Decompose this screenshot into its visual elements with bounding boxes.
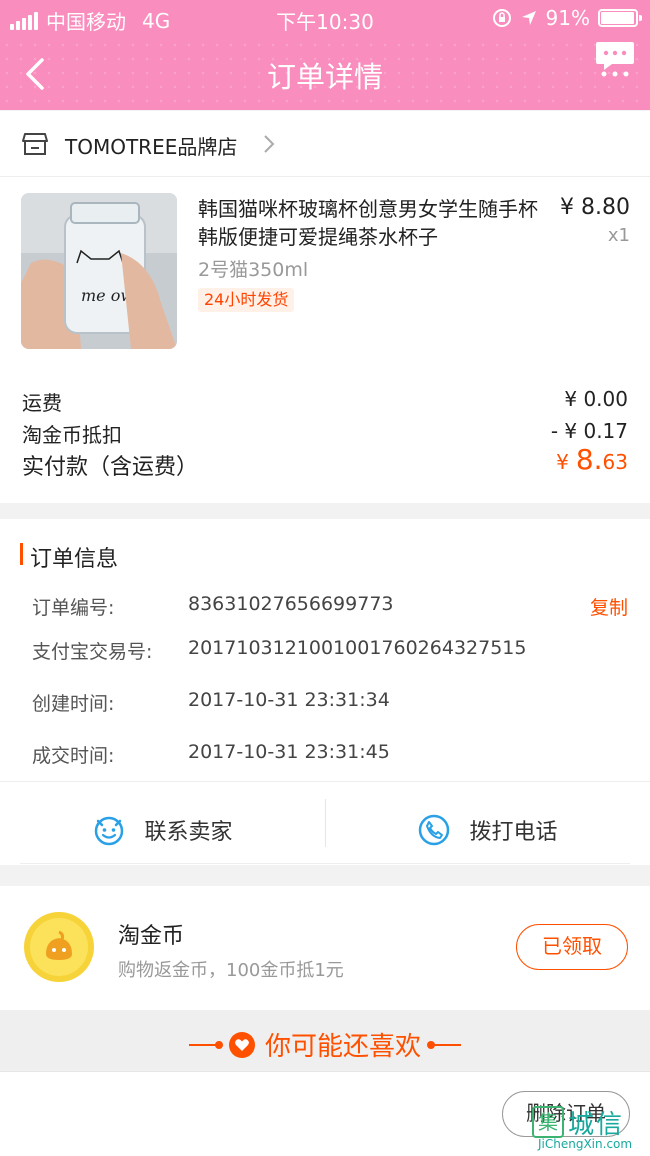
watermark-url: JiChengXin.com	[538, 1137, 633, 1151]
smile-chat-icon	[95, 816, 124, 846]
page-title: 订单详情	[266, 60, 383, 94]
alipay-trade-label: 支付宝交易号:	[32, 641, 153, 663]
order-info-card: 订单信息 订单编号: 83631027656699773 复制 支付宝交易号: …	[0, 519, 650, 865]
shipping-value: ¥ 0.00	[564, 387, 628, 411]
gold-coin-icon	[24, 912, 94, 982]
recommend-title: 你可能还喜欢	[264, 1032, 421, 1062]
store-icon	[22, 133, 48, 155]
contact-seller-button[interactable]: 联系卖家	[0, 800, 325, 860]
divider	[0, 781, 650, 782]
order-number-value: 83631027656699773	[188, 593, 394, 615]
watermark-main: 城信	[568, 1110, 625, 1140]
product-title[interactable]: 韩国猫咪杯玻璃杯创意男女学生随手杯韩版便捷可爱提绳茶水杯子	[198, 195, 548, 251]
total-label: 实付款（含运费）	[22, 455, 199, 480]
product-quantity: x1	[607, 225, 630, 246]
copy-button[interactable]: 复制	[590, 593, 628, 620]
location-icon	[521, 11, 536, 25]
contact-seller-label: 联系卖家	[144, 820, 233, 845]
rotation-lock-icon	[492, 9, 511, 27]
section-title: 订单信息	[30, 547, 119, 572]
status-bar: 中国移动 4G 下午10:30 91%	[0, 0, 650, 38]
total-integer: 8.	[575, 443, 603, 476]
battery-icon	[598, 9, 642, 27]
bottom-action-bar: 删除订单 集 城信 JiChengXin.com	[0, 1071, 650, 1156]
call-phone-label: 拨打电话	[469, 820, 558, 845]
recommend-section: 你可能还喜欢	[0, 1010, 650, 1070]
deal-time-value: 2017-10-31 23:31:45	[188, 741, 390, 763]
shop-row[interactable]: TOMOTREE品牌店	[0, 111, 650, 177]
battery-percent: 91%	[545, 6, 590, 30]
product-image[interactable]: me ow	[21, 193, 177, 349]
message-more-icon[interactable]	[594, 38, 636, 78]
total-value: ¥ 8.63	[556, 443, 628, 481]
shop-name[interactable]: TOMOTREE品牌店	[65, 131, 237, 160]
deal-time-label: 成交时间:	[32, 745, 115, 767]
coin-claimed-button[interactable]: 已领取	[516, 924, 628, 970]
alipay-trade-row: 支付宝交易号: 2017103121001001760264327515	[32, 637, 628, 665]
created-time-label: 创建时间:	[32, 693, 115, 715]
total-currency: ¥	[556, 450, 569, 474]
section-accent-bar	[20, 543, 23, 565]
total-row: 实付款（含运费） ¥ 8.63	[22, 443, 628, 481]
phone-icon	[419, 814, 450, 846]
alipay-trade-value: 2017103121001001760264327515	[188, 637, 527, 659]
heart-icon	[228, 1031, 255, 1058]
coin-deduction-row: 淘金币抵扣 - ¥ 0.17	[22, 419, 628, 448]
right-decor-line	[427, 1040, 461, 1049]
watermark-box: 集	[532, 1106, 564, 1138]
shipping-badge: 24小时发货	[198, 288, 295, 312]
taojinbi-card: 淘金币 购物返金币，100金币抵1元 已领取	[0, 886, 650, 1010]
created-time-row: 创建时间: 2017-10-31 23:31:34	[32, 689, 628, 717]
order-number-row: 订单编号: 83631027656699773 复制	[32, 593, 628, 621]
created-time-value: 2017-10-31 23:31:34	[188, 689, 390, 711]
deal-time-row: 成交时间: 2017-10-31 23:31:45	[32, 741, 628, 769]
nav-bar: 订单详情	[0, 38, 650, 110]
shipping-fee-row: 运费 ¥ 0.00	[22, 387, 628, 416]
order-number-label: 订单编号:	[32, 597, 115, 619]
left-decor-line	[188, 1040, 223, 1049]
coin-subtitle: 购物返金币，100金币抵1元	[118, 960, 344, 981]
product-card: me ow 韩国猫咪杯玻璃杯创意男女学生随手杯韩版便捷可爱提绳茶水杯子 ¥ 8.…	[0, 177, 650, 503]
coin-deduction-label: 淘金币抵扣	[22, 423, 122, 447]
product-spec: 2号猫350ml	[198, 259, 309, 281]
coin-title: 淘金币	[118, 924, 185, 949]
watermark-logo: 集 城信 JiChengXin.com	[528, 1102, 644, 1152]
divider-bottom	[20, 863, 630, 864]
product-price: ¥ 8.80	[560, 195, 630, 220]
total-decimal: 63	[602, 450, 628, 474]
call-phone-button[interactable]: 拨打电话	[325, 800, 650, 860]
shipping-label: 运费	[22, 391, 62, 415]
chevron-right-icon	[264, 135, 275, 153]
